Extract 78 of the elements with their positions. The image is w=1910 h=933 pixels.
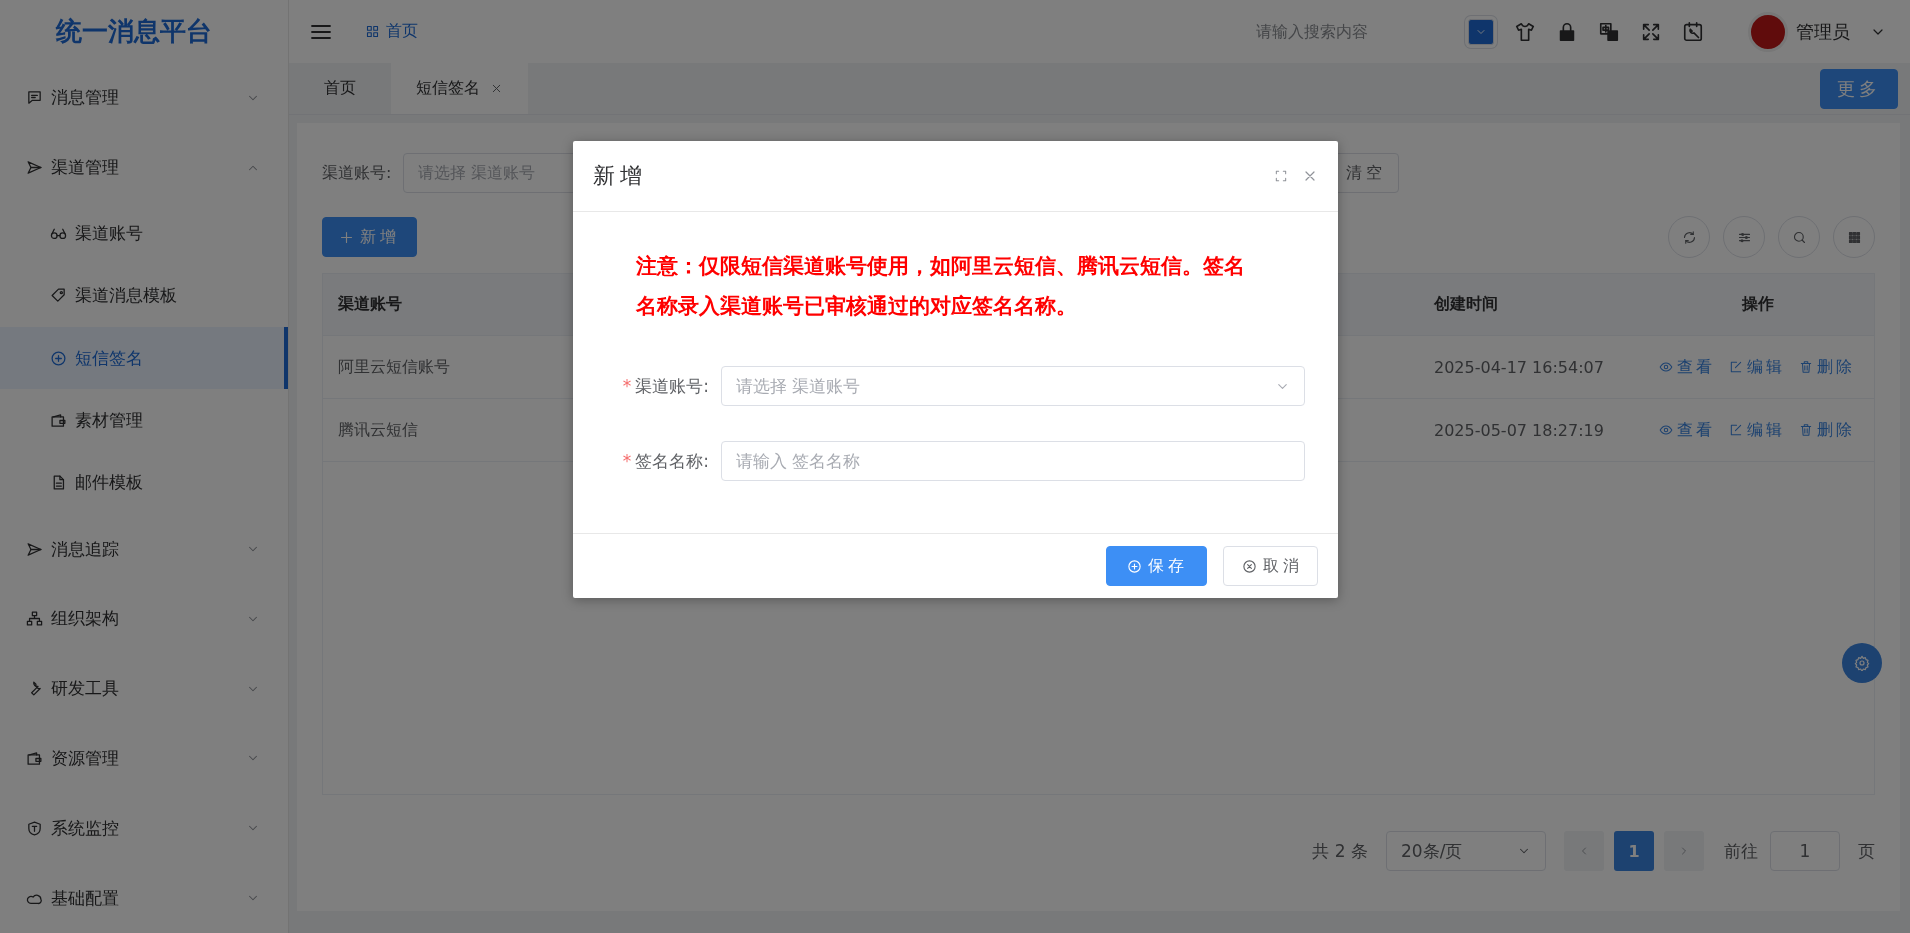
signature-name-field[interactable]: 请输入 签名名称 bbox=[721, 441, 1305, 481]
sidebar-item[interactable]: 短信签名 bbox=[0, 327, 288, 390]
sidebar-item[interactable]: 基础配置 bbox=[0, 863, 288, 933]
search-icon bbox=[1791, 229, 1807, 245]
shield-icon bbox=[26, 819, 43, 837]
sidebar-item[interactable]: 素材管理 bbox=[0, 389, 288, 452]
edit-icon bbox=[1728, 423, 1743, 437]
sidebar-item[interactable]: 渠道账号 bbox=[0, 202, 288, 265]
app-logo: 统一消息平台 bbox=[54, 14, 213, 48]
total-count: 共 2 条 bbox=[1312, 839, 1368, 863]
send-icon bbox=[26, 540, 43, 558]
notice-text: 注意：仅限短信渠道账号使用，如阿里云短信、腾讯云短信。签名名称录入渠道账号已审核通过的对应签名名称。 bbox=[636, 253, 1246, 320]
action-link[interactable]: 编辑 bbox=[1728, 419, 1785, 441]
table-cell-text: 2025-04-17 16:54:07 bbox=[1433, 357, 1605, 377]
dialog-title: 新增 bbox=[593, 162, 647, 190]
grid-icon bbox=[1846, 229, 1862, 245]
eye-icon bbox=[1658, 423, 1673, 437]
translate-icon[interactable] bbox=[1598, 20, 1620, 43]
sidebar-item[interactable]: 资源管理 bbox=[0, 723, 288, 794]
table-cell-text: 阿里云短信账号 bbox=[337, 356, 451, 378]
action-link[interactable]: 删除 bbox=[1798, 419, 1855, 441]
field-label: * 渠道账号: bbox=[621, 374, 710, 398]
avatar-logo[interactable] bbox=[1748, 11, 1788, 52]
table-cell-text: 腾讯云短信 bbox=[337, 419, 419, 441]
more-button[interactable]: 更多 bbox=[1820, 68, 1898, 109]
sidebar-item[interactable]: 渠道管理 bbox=[0, 132, 288, 203]
close-circle-icon bbox=[1242, 558, 1257, 574]
grid-button[interactable] bbox=[1833, 216, 1875, 258]
grid-icon bbox=[365, 24, 380, 39]
trash-icon bbox=[1798, 423, 1813, 437]
page-button[interactable]: 1 bbox=[1614, 831, 1654, 871]
sidebar-item[interactable]: 消息管理 bbox=[0, 62, 288, 133]
save-button[interactable]: 保存 bbox=[1106, 546, 1207, 586]
plus-circle-icon bbox=[1127, 558, 1142, 574]
table-cell-text: 2025-05-07 18:27:19 bbox=[1433, 420, 1605, 440]
wallet-icon bbox=[50, 412, 67, 430]
hierarchy-icon bbox=[26, 610, 43, 628]
column-header: 渠道账号 bbox=[337, 294, 403, 315]
column-header: 操作 bbox=[1740, 294, 1775, 315]
refresh-button[interactable] bbox=[1668, 216, 1710, 258]
sidebar-item[interactable]: 组织架构 bbox=[0, 583, 288, 654]
sidebar-item[interactable]: 消息追踪 bbox=[0, 514, 288, 584]
plus-icon bbox=[339, 229, 354, 245]
sidebar-item[interactable]: 系统监控 bbox=[0, 793, 288, 864]
fullscreen-icon[interactable] bbox=[1274, 169, 1288, 183]
settings-icon bbox=[1854, 655, 1870, 671]
chat-icon bbox=[26, 89, 43, 107]
close-icon[interactable] bbox=[490, 82, 503, 95]
column-header: 创建时间 bbox=[1433, 294, 1499, 315]
action-link[interactable]: 查看 bbox=[1658, 356, 1715, 378]
plus-circle-icon bbox=[50, 349, 67, 367]
sidebar-item[interactable]: 渠道消息模板 bbox=[0, 264, 288, 328]
goto-label: 前往 bbox=[1724, 839, 1758, 863]
action-link[interactable]: 查看 bbox=[1658, 419, 1715, 441]
page-input[interactable]: 1 bbox=[1770, 831, 1840, 871]
trash-icon bbox=[1798, 360, 1813, 374]
send-icon bbox=[26, 159, 43, 177]
add-button[interactable]: 新增 bbox=[322, 217, 417, 257]
page-suffix: 页 bbox=[1858, 839, 1875, 863]
breadcrumb-link[interactable]: 首页 bbox=[365, 21, 418, 42]
field-label: 渠道账号: bbox=[322, 162, 392, 184]
account-select[interactable]: 请选择 渠道账号 bbox=[721, 366, 1305, 406]
user-name[interactable]: 管理员 bbox=[1796, 19, 1850, 44]
tag-icon bbox=[50, 287, 67, 305]
tab[interactable]: 短信签名 bbox=[391, 63, 528, 114]
field-label: * 签名名称: bbox=[621, 449, 710, 473]
sliders-button[interactable] bbox=[1723, 216, 1765, 258]
action-link[interactable]: 删除 bbox=[1798, 356, 1855, 378]
eye-icon bbox=[1658, 360, 1673, 374]
shirt-icon[interactable] bbox=[1514, 20, 1536, 43]
refresh-icon bbox=[1681, 229, 1697, 245]
wallet-icon bbox=[26, 749, 43, 767]
sidebar-item[interactable]: 研发工具 bbox=[0, 653, 288, 724]
action-link[interactable]: 编辑 bbox=[1728, 356, 1785, 378]
page-size-select[interactable]: 20条/页 bbox=[1386, 831, 1546, 871]
edit-icon bbox=[1728, 360, 1743, 374]
cancel-button[interactable]: 取消 bbox=[1223, 546, 1318, 586]
sidebar-item[interactable]: 邮件模板 bbox=[0, 451, 288, 515]
